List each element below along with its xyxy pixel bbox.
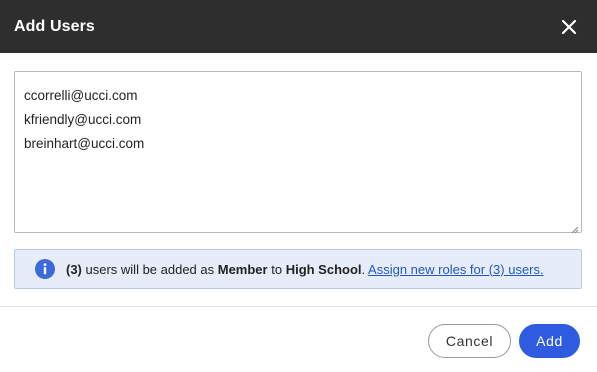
user-count: (3) — [66, 261, 82, 277]
info-text-part: to — [267, 261, 286, 277]
dialog-body: ccorrelli@ucci.com kfriendly@ucci.com br… — [0, 53, 597, 289]
close-icon[interactable] — [557, 15, 581, 39]
dialog-title: Add Users — [14, 17, 95, 35]
add-users-dialog: Add Users ccorrelli@ucci.com kfriendly@u… — [0, 0, 597, 372]
emails-textarea[interactable]: ccorrelli@ucci.com kfriendly@ucci.com br… — [14, 71, 582, 234]
role-name: Member — [217, 261, 268, 277]
dialog-footer: Cancel Add — [428, 324, 580, 358]
assign-roles-link[interactable]: Assign new roles for (3) users. — [368, 262, 544, 277]
group-name: High School — [285, 261, 362, 277]
info-text-part: users will be added as — [81, 261, 218, 277]
info-icon — [35, 259, 55, 279]
email-entry: ccorrelli@ucci.com — [24, 88, 138, 103]
info-message: (3) users will be added as Member to Hig… — [66, 262, 544, 277]
add-button[interactable]: Add — [519, 324, 580, 358]
email-entry: kfriendly@ucci.com — [24, 112, 142, 127]
email-entry: breinhart@ucci.com — [24, 136, 145, 151]
footer-divider — [0, 306, 597, 307]
resize-handle-icon[interactable] — [570, 221, 579, 234]
info-banner: (3) users will be added as Member to Hig… — [14, 249, 582, 289]
cancel-button[interactable]: Cancel — [428, 324, 511, 358]
dialog-header: Add Users — [0, 0, 597, 53]
